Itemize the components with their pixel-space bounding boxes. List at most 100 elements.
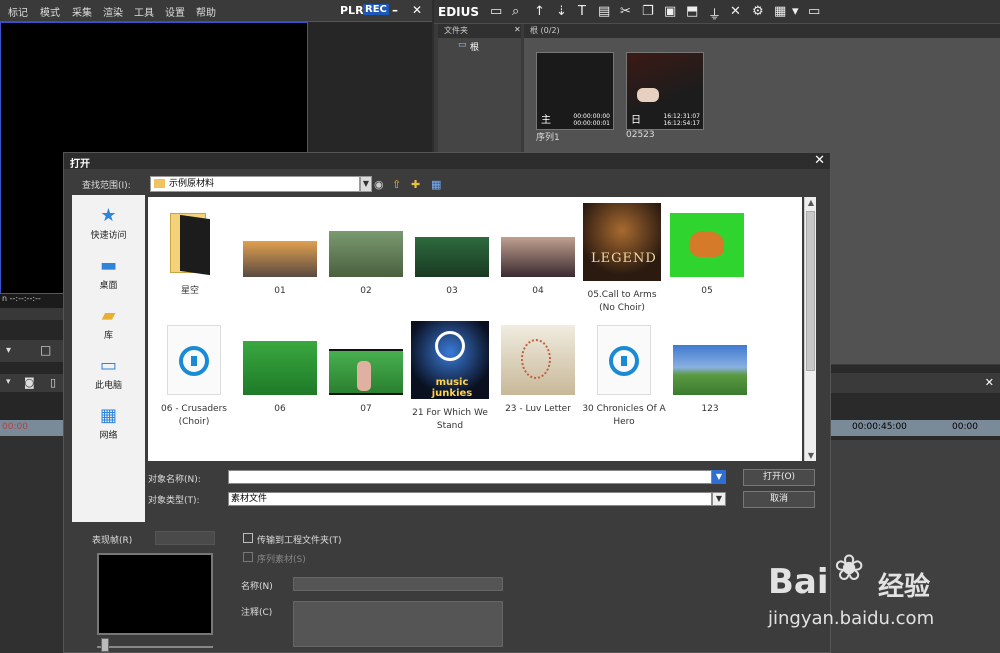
scroll-down-icon[interactable]: ▼ — [805, 451, 817, 460]
file-item[interactable]: 05 — [665, 207, 749, 298]
scroll-thumb[interactable] — [806, 211, 815, 371]
file-item[interactable]: 06 - Crusaders (Choir) — [152, 325, 236, 429]
file-item[interactable]: 03 — [410, 207, 494, 298]
transfer-label: 传输到工程文件夹(T) — [257, 536, 342, 546]
cancel-button[interactable]: 取消 — [743, 491, 815, 508]
chevron-down-icon[interactable]: ▼ — [360, 176, 372, 192]
new-folder-icon[interactable]: ✚ — [411, 178, 420, 191]
close-icon[interactable]: ✕ — [814, 153, 825, 168]
close-icon[interactable]: ✕ — [412, 3, 422, 17]
menu-settings[interactable]: 设置 — [165, 4, 185, 19]
comment-input[interactable] — [293, 601, 503, 647]
briefcase-icon[interactable]: ▭ — [808, 4, 820, 19]
sequence-checkbox[interactable] — [243, 552, 253, 562]
place-network[interactable]: ▦ 网络 — [72, 405, 145, 441]
library-icon: ▰ — [101, 305, 116, 326]
open-button[interactable]: 打开(O) — [743, 469, 815, 486]
preview-frame-label: 表现帧(R) — [92, 536, 133, 546]
up-folder-icon[interactable]: ⇧ — [392, 178, 401, 191]
back-icon[interactable]: ◉ — [374, 178, 384, 191]
file-item[interactable]: 04 — [496, 207, 580, 298]
watermark-brand: Bai — [768, 562, 829, 602]
object-name-input[interactable] — [228, 470, 712, 484]
menu-mode[interactable]: 模式 — [40, 4, 60, 19]
menu-capture[interactable]: 采集 — [72, 4, 92, 19]
view-menu-icon[interactable]: ▦ — [431, 178, 441, 191]
baidu-watermark: Bai ❀ 经验 jingyan.baidu.com — [768, 548, 1000, 653]
place-desktop[interactable]: ▬ 桌面 — [72, 255, 145, 291]
place-quick-access[interactable]: ★ 快速访问 — [72, 205, 145, 241]
page-icon[interactable]: ▯ — [50, 376, 56, 389]
object-type-select[interactable]: 素材文件 — [228, 492, 712, 506]
preview-slider-track[interactable] — [97, 646, 213, 648]
computer-icon: ▭ — [99, 355, 117, 376]
file-item[interactable]: 02 — [324, 207, 408, 298]
file-item[interactable]: 01 — [238, 207, 322, 298]
sequence-label: 序列素材(S) — [257, 555, 306, 565]
chevron-down-icon[interactable]: ▼ — [712, 470, 726, 484]
file-item[interactable]: 星空 — [148, 207, 232, 298]
hand-shape — [637, 88, 659, 102]
chevron-down-icon[interactable]: ▾ — [6, 345, 11, 356]
transfer-checkbox[interactable] — [243, 533, 253, 543]
menu-render[interactable]: 渲染 — [103, 4, 123, 19]
chevron-down-icon[interactable]: ▼ — [712, 492, 726, 506]
stop-icon[interactable]: □ — [40, 343, 51, 357]
timeline-tracks-left — [0, 436, 66, 653]
menu-help[interactable]: 帮助 — [196, 4, 216, 19]
file-item[interactable]: 23 - Luv Letter — [496, 325, 580, 416]
import-icon[interactable]: ⇣ — [556, 4, 567, 19]
close-icon[interactable]: ✕ — [514, 25, 521, 34]
star-icon: ★ — [100, 205, 117, 226]
place-library[interactable]: ▰ 库 — [72, 305, 145, 341]
title-icon[interactable]: T — [578, 4, 586, 19]
file-item[interactable]: LEGEND 05.Call to Arms (No Choir) — [580, 203, 664, 315]
folder-root[interactable]: 根 — [470, 40, 479, 53]
copy-icon[interactable]: ❐ — [642, 4, 654, 19]
image-thumbnail — [673, 345, 747, 395]
plr-label[interactable]: PLR — [340, 4, 364, 17]
up-icon[interactable]: ↑ — [534, 4, 545, 19]
file-item[interactable]: 123 — [668, 325, 752, 416]
timeline-ruler-left[interactable]: 00:00 — [0, 420, 66, 436]
search-icon[interactable]: ⌕ — [512, 4, 519, 19]
properties-icon[interactable]: ⚙ — [752, 4, 764, 19]
menu-mark[interactable]: 标记 — [8, 4, 28, 19]
preview-slider-thumb[interactable] — [101, 638, 109, 652]
camera-icon[interactable]: ◙ — [24, 376, 35, 389]
folder-icon[interactable]: ▭ — [490, 4, 502, 19]
watermark-url: jingyan.baidu.com — [768, 608, 935, 629]
color-bars-icon[interactable]: ▤ — [598, 4, 610, 19]
chevron-down-icon[interactable]: ▾ — [792, 4, 799, 19]
timeline-ruler-right[interactable]: 00:00:45:00 00:00 — [830, 420, 1000, 436]
file-item[interactable]: 06 — [238, 325, 322, 416]
file-name: 05.Call to Arms (No Choir) — [587, 290, 657, 313]
image-thumbnail — [243, 341, 317, 395]
scroll-up-icon[interactable]: ▲ — [805, 198, 817, 207]
insert-icon[interactable]: ⏚ — [708, 4, 721, 23]
cut-icon[interactable]: ✂ — [620, 4, 631, 19]
add-to-timeline-icon[interactable]: ⬒ — [686, 4, 698, 19]
close-icon[interactable]: ✕ — [985, 376, 994, 389]
clip-tc-in: 16:12:31:07 — [663, 113, 700, 120]
clip-label: 序列1 — [536, 133, 560, 143]
paste-icon[interactable]: ▣ — [664, 4, 676, 19]
file-list-scrollbar[interactable]: ▲ ▼ — [804, 197, 816, 461]
file-item[interactable]: music junkies 21 For Which We Stand — [408, 321, 492, 433]
file-list: 星空 01 02 03 04 LEGEND 05.Call to Arms (N… — [148, 197, 802, 461]
clip-name-input[interactable] — [293, 577, 503, 591]
chevron-down-icon[interactable]: ▾ — [6, 377, 11, 387]
minimize-icon[interactable]: – — [392, 3, 398, 17]
preview-frame-field[interactable] — [155, 531, 215, 545]
lookin-select[interactable]: 示例原材料 — [150, 176, 360, 192]
clip-tc-in: 00:00:00:00 — [573, 113, 610, 120]
delete-icon[interactable]: ✕ — [730, 4, 741, 19]
file-item[interactable]: 30 Chronicles Of A Hero — [582, 325, 666, 429]
clip-thumbnail[interactable]: 日 16:12:31:07 16:12:54:17 — [626, 52, 704, 130]
menu-tools[interactable]: 工具 — [134, 4, 154, 19]
clip-thumbnail[interactable]: 主 00:00:00:00 00:00:00:01 — [536, 52, 614, 130]
rec-badge[interactable]: REC — [363, 4, 389, 15]
view-icon[interactable]: ▦ — [774, 4, 786, 19]
file-item[interactable]: 07 — [324, 325, 408, 416]
place-this-pc[interactable]: ▭ 此电脑 — [72, 355, 145, 391]
